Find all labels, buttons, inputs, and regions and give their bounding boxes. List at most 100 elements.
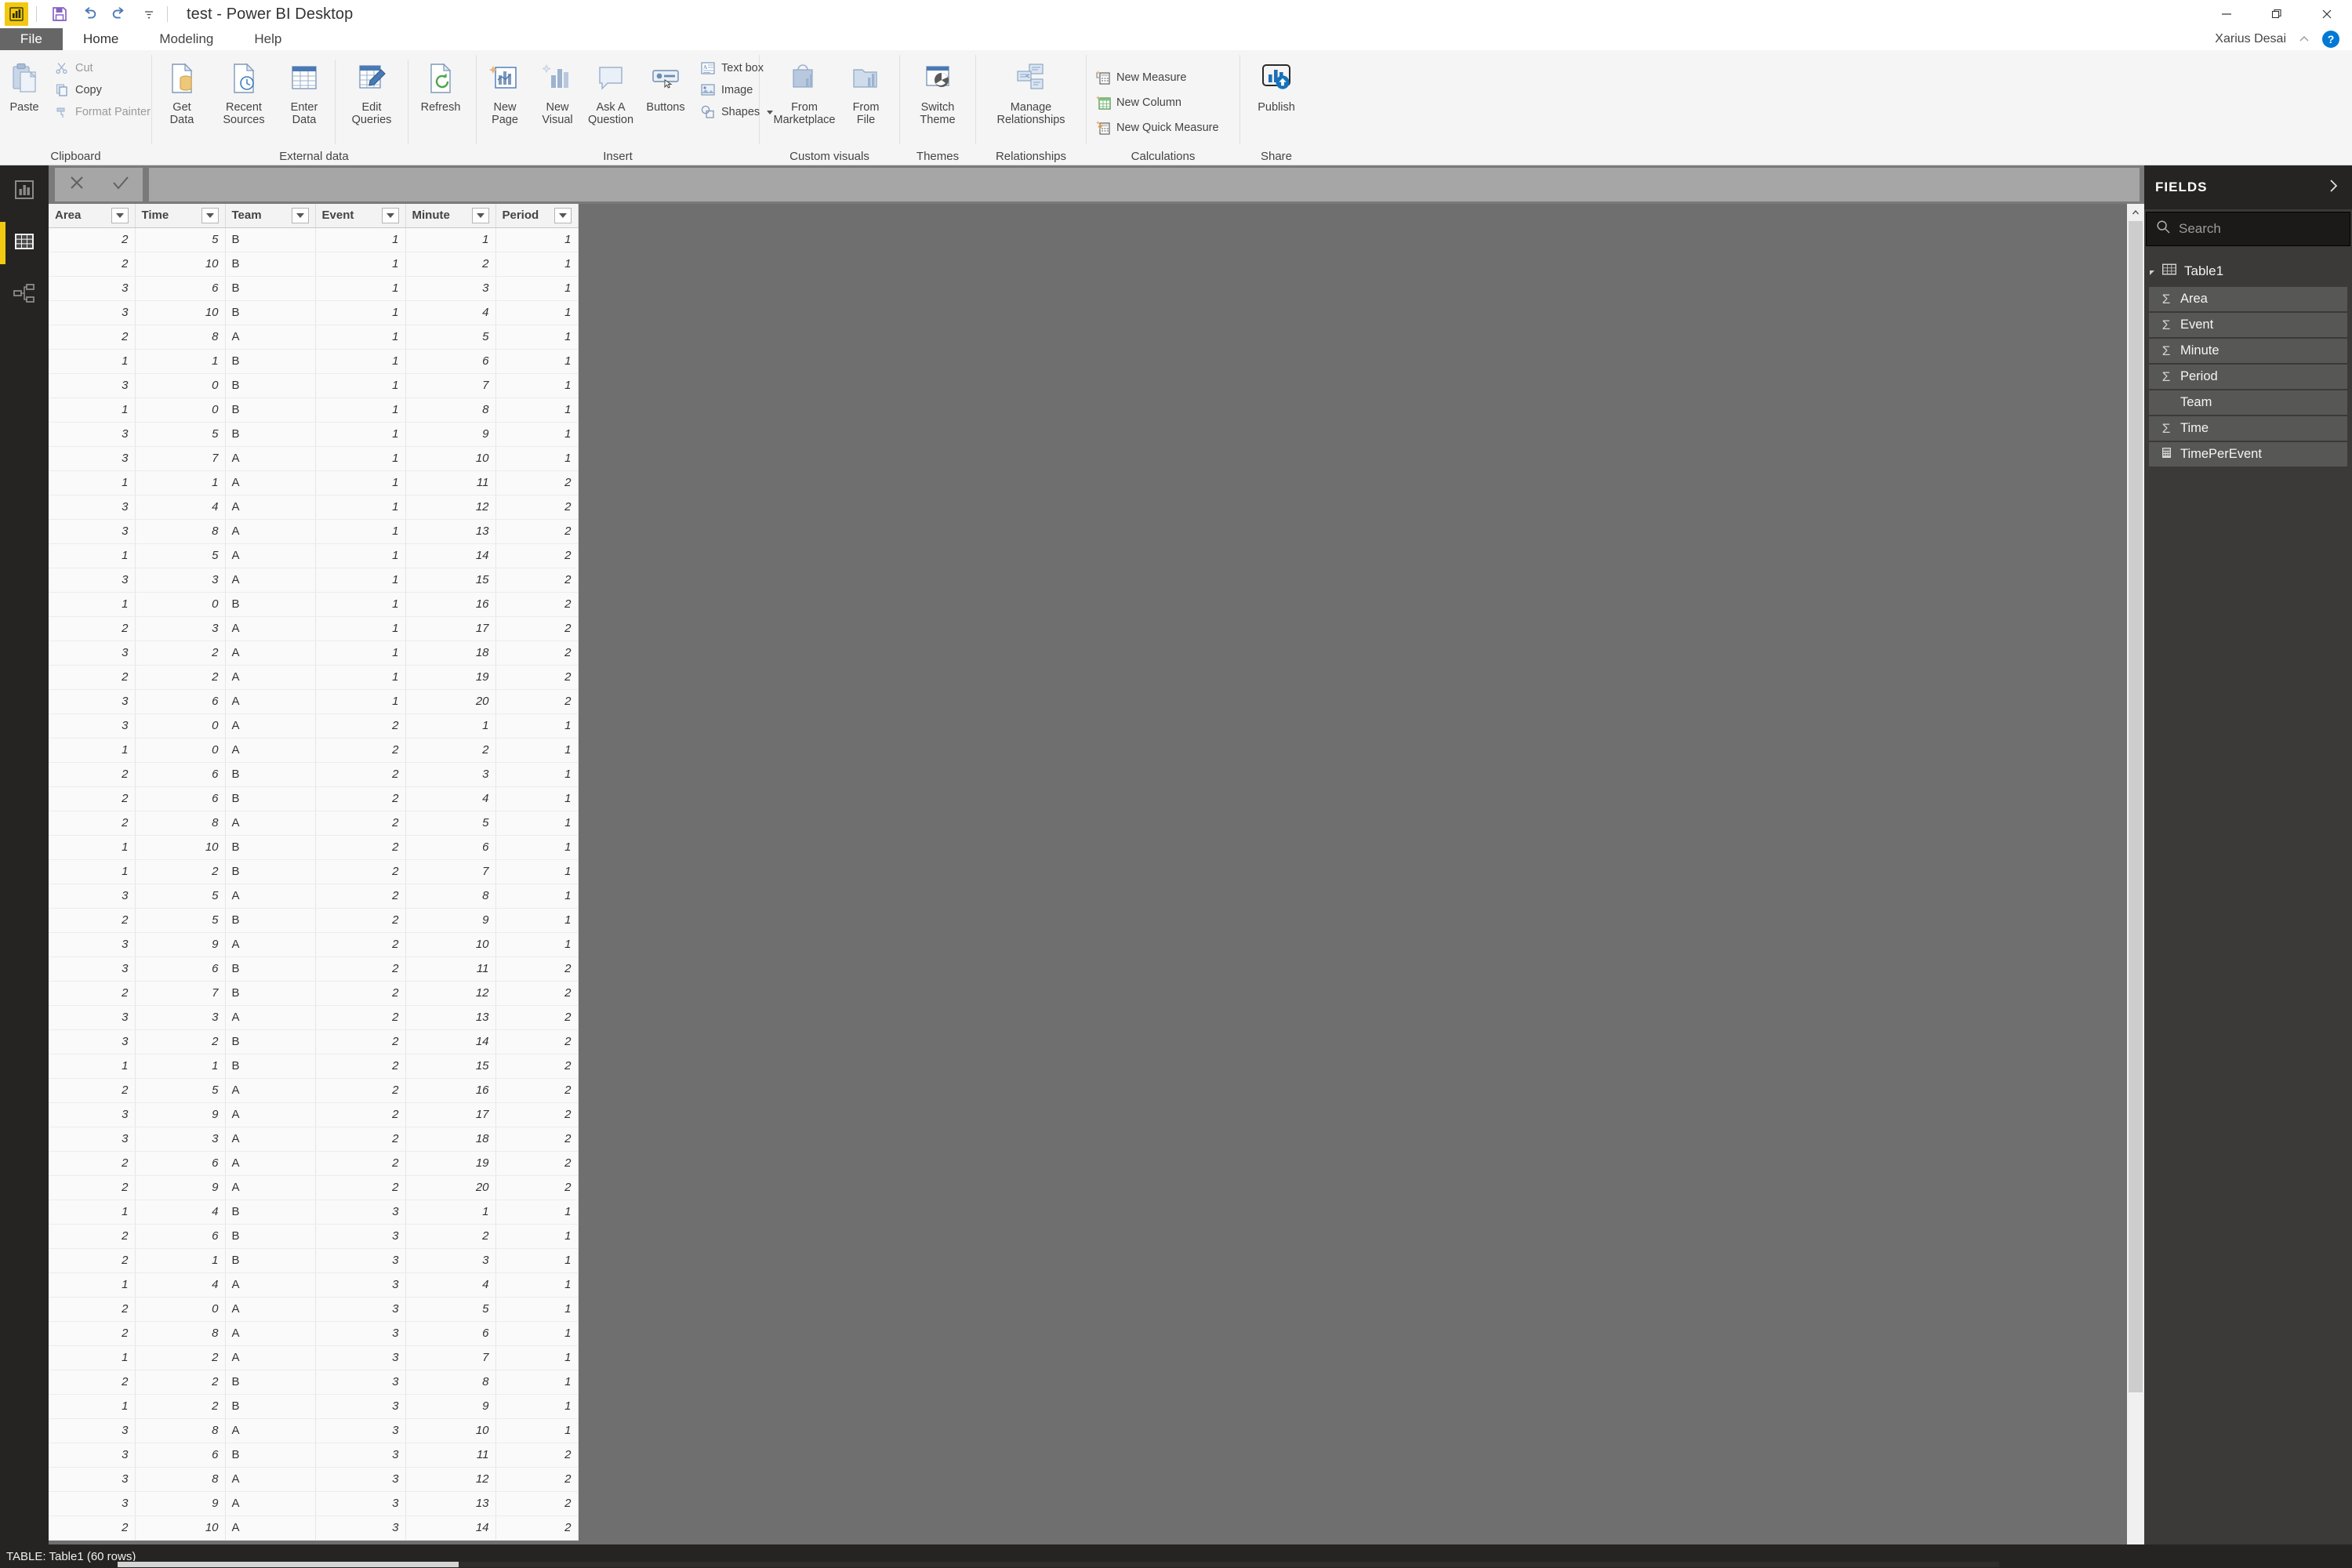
cell-team[interactable]: A [225, 738, 316, 763]
cell-minute[interactable]: 12 [405, 1467, 496, 1492]
publish-button[interactable]: Publish [1247, 55, 1306, 117]
cell-minute[interactable]: 9 [405, 1394, 496, 1419]
cell-team[interactable]: B [225, 1054, 316, 1079]
cell-team[interactable]: B [225, 835, 316, 860]
cell-period[interactable]: 2 [495, 641, 579, 666]
cell-event[interactable]: 2 [315, 1054, 406, 1079]
cell-minute[interactable]: 2 [405, 1224, 496, 1249]
column-header-event[interactable]: Event [315, 204, 406, 228]
new-page-button[interactable]: New Page [478, 55, 532, 129]
cell-team[interactable]: A [225, 1078, 316, 1103]
cell-area[interactable]: 2 [49, 1248, 136, 1273]
cell-event[interactable]: 3 [315, 1443, 406, 1468]
cell-minute[interactable]: 17 [405, 1102, 496, 1127]
cell-minute[interactable]: 10 [405, 932, 496, 957]
table-row[interactable]: 3 9 A 2 17 2 [49, 1102, 579, 1127]
cell-area[interactable]: 3 [49, 519, 136, 544]
cell-event[interactable]: 3 [315, 1248, 406, 1273]
cell-minute[interactable]: 10 [405, 446, 496, 471]
cell-team[interactable]: B [225, 1200, 316, 1225]
cell-team[interactable]: A [225, 932, 316, 957]
table-row[interactable]: 3 9 A 2 10 1 [49, 932, 579, 957]
column-header-team[interactable]: Team [225, 204, 316, 228]
cell-team[interactable]: B [225, 300, 316, 325]
cell-team[interactable]: A [225, 689, 316, 714]
table-row[interactable]: 1 1 A 1 11 2 [49, 470, 579, 495]
cell-period[interactable]: 1 [495, 786, 579, 811]
cell-event[interactable]: 1 [315, 252, 406, 277]
cell-area[interactable]: 1 [49, 835, 136, 860]
cell-event[interactable]: 2 [315, 1127, 406, 1152]
cell-period[interactable]: 2 [495, 616, 579, 641]
cell-minute[interactable]: 9 [405, 422, 496, 447]
cell-time[interactable]: 6 [135, 689, 226, 714]
redo-icon[interactable] [109, 4, 129, 24]
cut-button[interactable]: Cut [49, 58, 155, 78]
cell-team[interactable]: B [225, 1443, 316, 1468]
cell-event[interactable]: 2 [315, 1029, 406, 1054]
cell-period[interactable]: 2 [495, 1078, 579, 1103]
cell-event[interactable]: 3 [315, 1418, 406, 1443]
cell-time[interactable]: 10 [135, 1515, 226, 1541]
cell-period[interactable]: 2 [495, 1127, 579, 1152]
cell-minute[interactable]: 17 [405, 616, 496, 641]
customize-qat-icon[interactable] [139, 4, 159, 24]
cell-minute[interactable]: 4 [405, 300, 496, 325]
table-row[interactable]: 10B181 [49, 397, 579, 423]
cell-event[interactable]: 1 [315, 641, 406, 666]
cell-team[interactable]: B [225, 956, 316, 982]
cell-period[interactable]: 1 [495, 325, 579, 350]
cell-event[interactable]: 3 [315, 1394, 406, 1419]
cell-area[interactable]: 1 [49, 592, 136, 617]
cell-time[interactable]: 5 [135, 908, 226, 933]
cell-period[interactable]: 1 [495, 811, 579, 836]
chevron-right-icon[interactable] [2327, 178, 2341, 198]
field-item-period[interactable]: Σ Period [2149, 365, 2347, 389]
cell-team[interactable]: B [225, 762, 316, 787]
cell-time[interactable]: 1 [135, 470, 226, 495]
cell-area[interactable]: 2 [49, 1515, 136, 1541]
cell-team[interactable]: B [225, 981, 316, 1006]
table-row[interactable]: 3 6 B 3 11 2 [49, 1443, 579, 1468]
table-row[interactable]: 12A371 [49, 1345, 579, 1370]
cell-period[interactable]: 1 [495, 1272, 579, 1298]
cell-event[interactable]: 1 [315, 665, 406, 690]
cell-team[interactable]: A [225, 1418, 316, 1443]
cell-period[interactable]: 2 [495, 519, 579, 544]
cell-area[interactable]: 3 [49, 1467, 136, 1492]
table-row[interactable]: 25B111 [49, 227, 579, 252]
cell-area[interactable]: 1 [49, 397, 136, 423]
cell-event[interactable]: 2 [315, 981, 406, 1006]
cell-time[interactable]: 4 [135, 1200, 226, 1225]
undo-icon[interactable] [79, 4, 100, 24]
horizontal-scrollbar-track[interactable] [459, 1562, 1999, 1567]
cell-period[interactable]: 2 [495, 1005, 579, 1030]
cell-time[interactable]: 9 [135, 1175, 226, 1200]
cell-period[interactable]: 2 [495, 1491, 579, 1516]
cell-team[interactable]: B [225, 276, 316, 301]
table-row[interactable]: 14A341 [49, 1272, 579, 1298]
cell-time[interactable]: 8 [135, 811, 226, 836]
cell-area[interactable]: 1 [49, 738, 136, 763]
cell-time[interactable]: 4 [135, 1272, 226, 1298]
cell-period[interactable]: 1 [495, 835, 579, 860]
cell-event[interactable]: 1 [315, 689, 406, 714]
cell-area[interactable]: 2 [49, 786, 136, 811]
table-row[interactable]: 3 6 A 1 20 2 [49, 689, 579, 714]
cell-time[interactable]: 6 [135, 1224, 226, 1249]
cell-period[interactable]: 1 [495, 932, 579, 957]
cell-minute[interactable]: 20 [405, 689, 496, 714]
collapse-triangle-icon[interactable] [2150, 270, 2154, 275]
new-quick-measure-button[interactable]: New Quick Measure [1090, 118, 1224, 138]
cell-time[interactable]: 6 [135, 786, 226, 811]
cell-area[interactable]: 2 [49, 1151, 136, 1176]
cell-period[interactable]: 2 [495, 1054, 579, 1079]
cell-area[interactable]: 1 [49, 543, 136, 568]
cell-area[interactable]: 2 [49, 616, 136, 641]
table-row[interactable]: 3 2 B 2 14 2 [49, 1029, 579, 1054]
cell-minute[interactable]: 15 [405, 568, 496, 593]
cell-minute[interactable]: 3 [405, 276, 496, 301]
formula-input[interactable] [149, 168, 2140, 201]
cell-minute[interactable]: 5 [405, 1297, 496, 1322]
cell-team[interactable]: B [225, 1248, 316, 1273]
